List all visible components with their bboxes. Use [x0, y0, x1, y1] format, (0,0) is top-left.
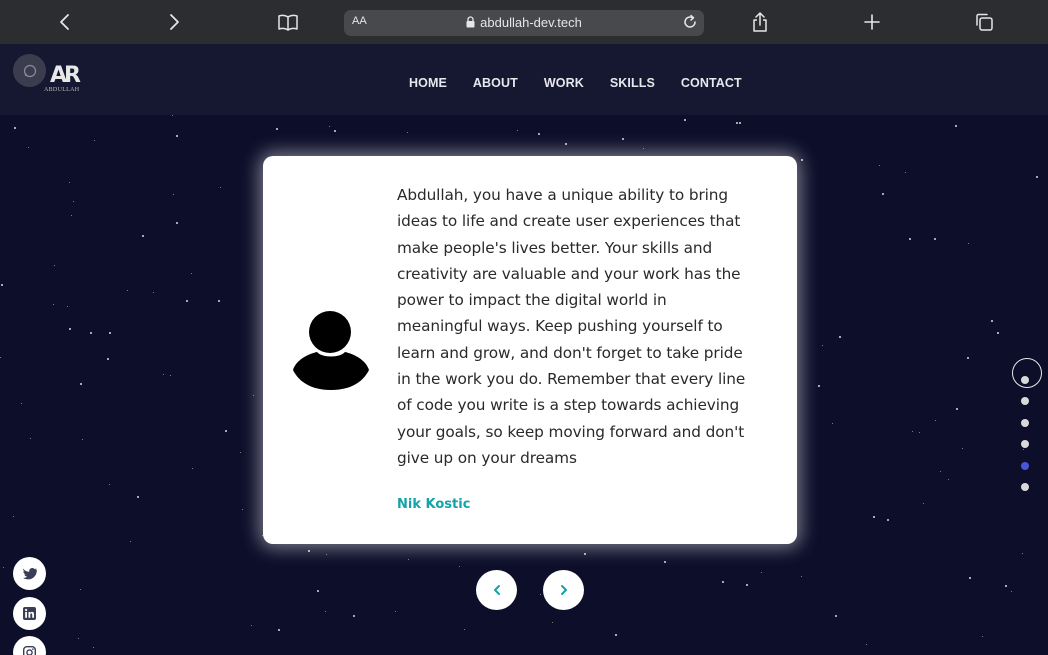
- bookmarks-icon[interactable]: [276, 10, 300, 34]
- section-dot[interactable]: [1021, 418, 1029, 427]
- address-bar[interactable]: AA abdullah-dev.tech: [344, 10, 704, 36]
- share-icon[interactable]: [748, 10, 772, 34]
- nav-contact[interactable]: CONTACT: [681, 76, 742, 90]
- chevron-right-icon: [560, 585, 567, 595]
- testimonial-quote: Abdullah, you have a unique ability to b…: [397, 186, 746, 467]
- prev-button[interactable]: [476, 570, 517, 610]
- main-nav: HOME ABOUT WORK SKILLS CONTACT: [409, 76, 742, 90]
- back-icon[interactable]: [52, 10, 76, 34]
- lock-icon: [466, 16, 475, 31]
- logo[interactable]: AR ABDULLAH: [44, 63, 86, 97]
- tabs-icon[interactable]: [972, 10, 996, 34]
- testimonial-author: Nik Kostic: [397, 497, 471, 512]
- new-tab-icon[interactable]: [860, 10, 884, 34]
- linkedin-icon[interactable]: [13, 597, 46, 630]
- nav-skills[interactable]: SKILLS: [610, 76, 655, 90]
- nav-home[interactable]: HOME: [409, 76, 447, 90]
- browser-toolbar: AA abdullah-dev.tech: [0, 0, 1048, 44]
- section-dot[interactable]: [1021, 440, 1029, 449]
- forward-icon[interactable]: [163, 10, 187, 34]
- logo-mark: AR: [50, 63, 81, 88]
- reload-icon[interactable]: [682, 14, 698, 34]
- user-avatar-icon: [292, 308, 370, 390]
- url-text: abdullah-dev.tech: [480, 15, 582, 30]
- section-dot[interactable]: [1021, 461, 1029, 470]
- scroll-indicator-ring: [1012, 358, 1042, 388]
- chevron-left-icon: [493, 585, 500, 595]
- nav-work[interactable]: WORK: [544, 76, 584, 90]
- section-dot[interactable]: [1021, 376, 1029, 384]
- section-dot[interactable]: [1021, 483, 1029, 491]
- site-header: AR ABDULLAH HOME ABOUT WORK SKILLS CONTA…: [0, 44, 1048, 115]
- section-pagination: [1012, 358, 1042, 498]
- twitter-icon[interactable]: [13, 557, 46, 590]
- whatsapp-icon[interactable]: [13, 54, 46, 87]
- nav-about[interactable]: ABOUT: [473, 76, 518, 90]
- section-dot[interactable]: [1021, 397, 1029, 406]
- testimonial-card: Abdullah, you have a unique ability to b…: [263, 156, 797, 544]
- logo-text: ABDULLAH: [44, 87, 80, 93]
- next-button[interactable]: [543, 570, 584, 610]
